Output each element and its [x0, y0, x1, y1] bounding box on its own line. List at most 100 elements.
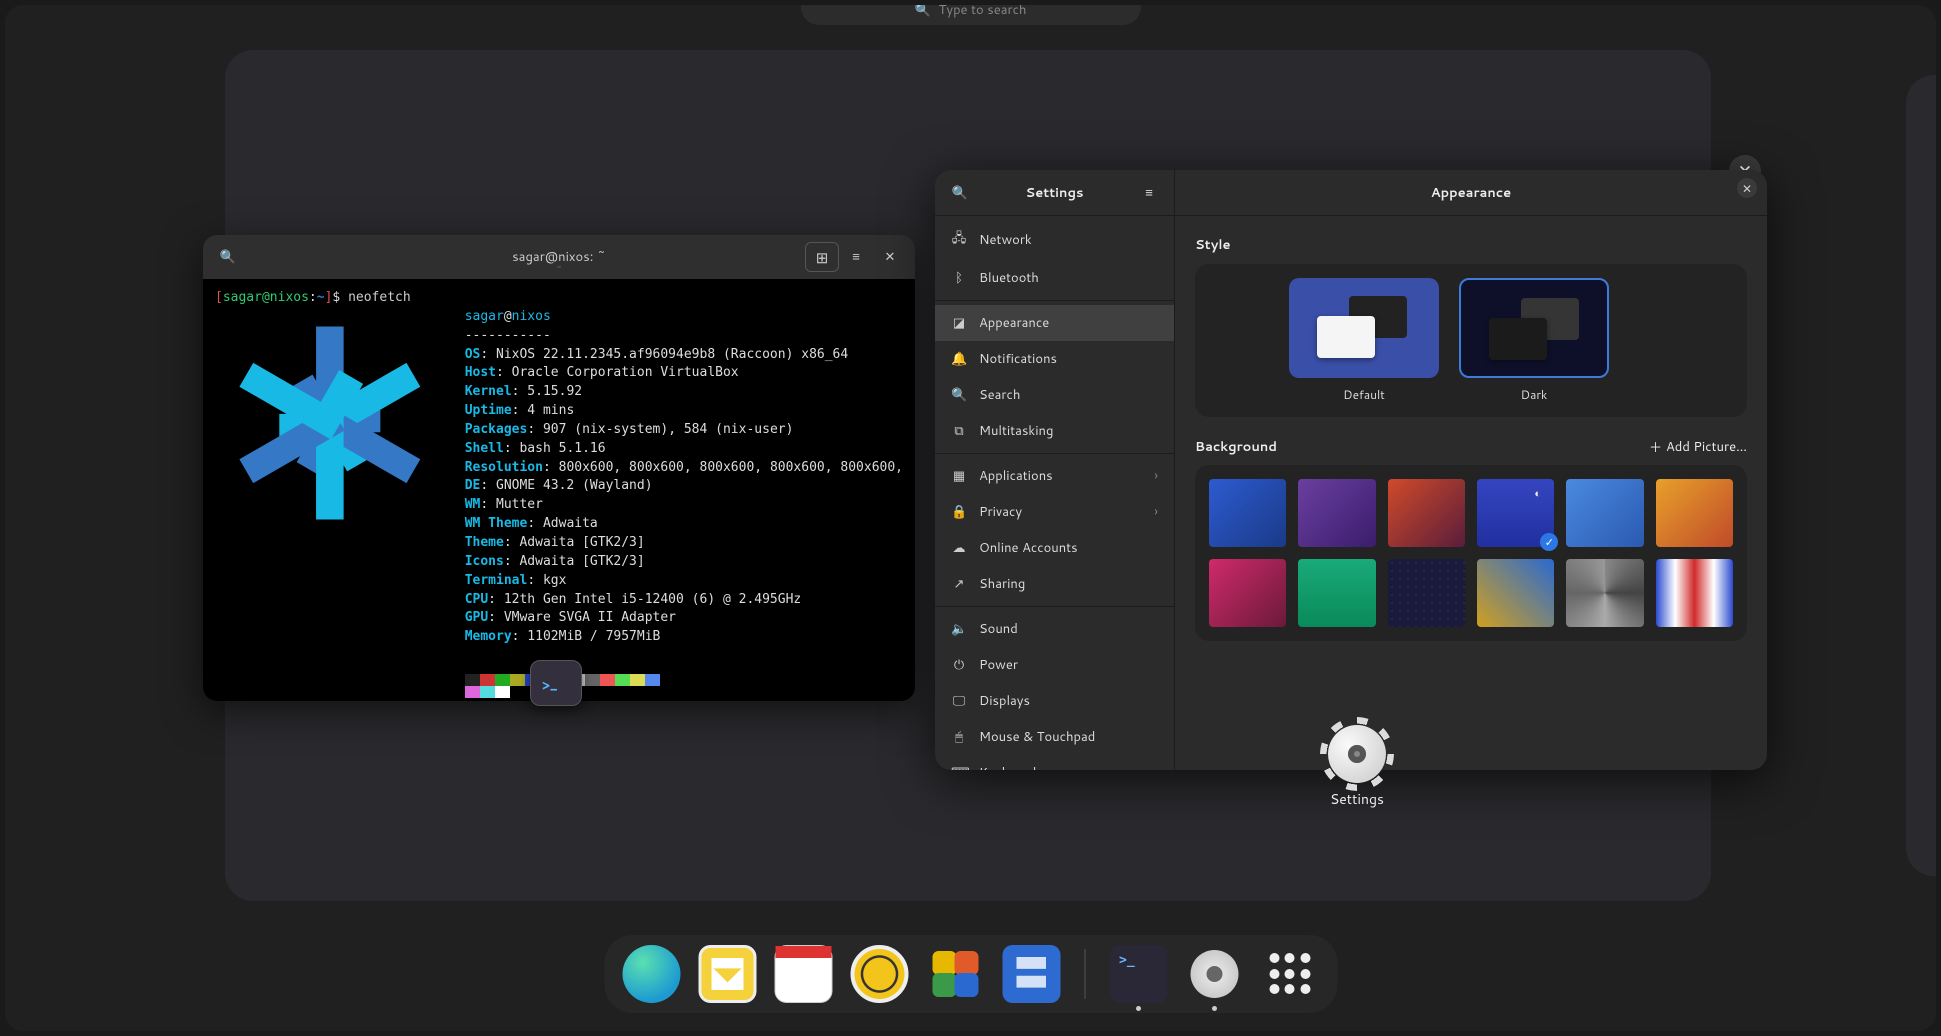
dock-item-apps-grid[interactable] [1261, 945, 1319, 1003]
sidebar-item-notifications[interactable]: 🔔 Notifications [935, 341, 1174, 377]
dock [604, 935, 1337, 1013]
wallpaper-thumb[interactable] [1388, 559, 1465, 627]
wallpaper-thumb[interactable] [1209, 559, 1286, 627]
add-picture-button[interactable]: ＋ Add Picture… [1649, 437, 1747, 457]
wallpaper-thumb[interactable] [1477, 559, 1554, 627]
sidebar-item-privacy[interactable]: 🔒Privacy› [935, 494, 1174, 530]
dark-variant-icon: ◐ [1534, 485, 1548, 499]
style-label: Default [1343, 386, 1385, 403]
appearance-icon: ◪ [951, 314, 967, 332]
style-option-dark[interactable]: Dark [1459, 278, 1609, 403]
style-option-default[interactable]: Default [1289, 278, 1439, 403]
wallpaper-thumb[interactable] [1656, 479, 1733, 547]
network-icon: 🖧 [951, 229, 967, 251]
settings-window[interactable]: 🔍 Settings ≡ 🖧NetworkᛒBluetooth◪Appearan… [935, 170, 1767, 770]
wallpaper-thumb[interactable] [1566, 559, 1643, 627]
sidebar-item-label: Sound [979, 620, 1018, 638]
gear-icon [1190, 950, 1238, 998]
sidebar-item-appearance[interactable]: ◪ Appearance [935, 305, 1174, 341]
mouse-touchpad-icon: 🖱 [951, 728, 967, 746]
separator [935, 606, 1174, 607]
dock-item-calendar[interactable] [774, 945, 832, 1003]
sidebar-item-label: Applications [979, 467, 1053, 485]
search-placeholder: Type to search [939, 5, 1027, 19]
sidebar-item-label: Power [979, 656, 1018, 674]
sidebar-item-label: Displays [979, 692, 1030, 710]
close-icon[interactable]: ✕ [1737, 178, 1757, 198]
plus-icon: ＋ [1649, 437, 1662, 457]
sidebar-item-displays[interactable]: 🖵 Displays [935, 683, 1174, 719]
terminal-app-icon[interactable]: >_ [530, 660, 582, 706]
wallpaper-thumb[interactable] [1298, 479, 1375, 547]
sidebar-item-power[interactable]: ⏻ Power [935, 647, 1174, 683]
dock-separator [1084, 949, 1085, 999]
sidebar-item-online-accounts[interactable]: ☁Online Accounts [935, 530, 1174, 566]
sidebar-item-label: Bluetooth [979, 269, 1039, 287]
sidebar-item-label: Privacy [979, 503, 1022, 521]
settings-app-icon[interactable]: Settings [1325, 725, 1389, 809]
displays-icon: 🖵 [951, 692, 967, 710]
settings-sidebar: 🔍 Settings ≡ 🖧NetworkᛒBluetooth◪Appearan… [935, 170, 1175, 770]
workspace-card-next[interactable] [1906, 75, 1936, 876]
style-section-label: Style [1195, 236, 1747, 254]
dock-item-photos[interactable] [926, 945, 984, 1003]
keyboard-icon: ⌨ [951, 764, 967, 770]
sidebar-item-network[interactable]: 🖧 Network [935, 220, 1174, 260]
terminal-window[interactable]: 🔍 sagar@nixos: ~ ~ ⊞ ≡ ✕ [sagar@nixos:~]… [203, 235, 915, 701]
terminal-headerbar: 🔍 sagar@nixos: ~ ~ ⊞ ≡ ✕ [203, 235, 915, 279]
dock-item-mail[interactable] [698, 945, 756, 1003]
dock-item-music[interactable] [850, 945, 908, 1003]
sidebar-item-search[interactable]: 🔍 Search [935, 377, 1174, 413]
sidebar-item-label: Sharing [979, 575, 1025, 593]
search-icon: 🔍 [951, 386, 967, 404]
grid-icon [1269, 953, 1311, 995]
chevron-right-icon: › [1154, 503, 1158, 521]
wallpaper-thumb[interactable]: ◐✓ [1477, 479, 1554, 547]
sidebar-item-label: Multitasking [979, 422, 1053, 440]
dock-item-browser[interactable] [622, 945, 680, 1003]
global-search[interactable]: 🔍 Type to search [801, 5, 1141, 25]
sidebar-item-label: Keyboard [979, 764, 1036, 770]
selected-check-icon: ✓ [1540, 533, 1558, 551]
wallpaper-grid: ◐✓ [1209, 479, 1733, 627]
style-label: Dark [1521, 386, 1548, 403]
wallpaper-thumb[interactable] [1298, 559, 1375, 627]
terminal-body[interactable]: [sagar@nixos:~]$ neofetch sagar@nixos --… [203, 279, 915, 701]
wallpaper-thumb[interactable] [1656, 559, 1733, 627]
dock-item-terminal[interactable] [1109, 945, 1167, 1003]
wallpaper-thumb[interactable] [1566, 479, 1643, 547]
wallpaper-thumb[interactable] [1388, 479, 1465, 547]
sidebar-item-sharing[interactable]: ↗ Sharing [935, 566, 1174, 602]
multitasking-icon: ⧉ [951, 422, 967, 440]
settings-main: Appearance ✕ Style Default Dark [1175, 170, 1767, 770]
add-picture-label: Add Picture… [1666, 438, 1747, 456]
sidebar-title: Settings [935, 184, 1174, 202]
applications-icon: ▦ [951, 467, 967, 485]
search-icon: 🔍 [914, 5, 930, 19]
panel-title: Appearance [1175, 184, 1767, 202]
separator [935, 300, 1174, 301]
sidebar-item-mouse-touchpad[interactable]: 🖱 Mouse & Touchpad [935, 719, 1174, 755]
sidebar-item-label: Network [979, 231, 1032, 249]
sidebar-item-sound[interactable]: 🔈 Sound [935, 611, 1174, 647]
sidebar-item-label: Appearance [979, 314, 1049, 332]
dock-item-files[interactable] [1002, 945, 1060, 1003]
sharing-icon: ↗ [951, 575, 967, 593]
app-icon-label: Settings [1325, 789, 1389, 809]
sidebar-item-label: Notifications [979, 350, 1057, 368]
online-accounts-icon: ☁ [951, 539, 967, 557]
sidebar-item-label: Mouse & Touchpad [979, 728, 1095, 746]
wallpaper-thumb[interactable] [1209, 479, 1286, 547]
style-selector: Default Dark [1195, 264, 1747, 417]
sidebar-item-label: Search [979, 386, 1020, 404]
chevron-right-icon: › [1154, 467, 1158, 485]
power-icon: ⏻ [951, 656, 967, 674]
sidebar-item-keyboard[interactable]: ⌨ Keyboard [935, 755, 1174, 770]
dock-item-settings[interactable] [1185, 945, 1243, 1003]
sidebar-item-bluetooth[interactable]: ᛒ Bluetooth [935, 260, 1174, 296]
notifications-icon: 🔔 [951, 350, 967, 368]
sidebar-item-applications[interactable]: ▦ Applications › [935, 458, 1174, 494]
sidebar-item-multitasking[interactable]: ⧉ Multitasking [935, 413, 1174, 449]
sound-icon: 🔈 [951, 620, 967, 638]
bluetooth-icon: ᛒ [951, 269, 967, 287]
